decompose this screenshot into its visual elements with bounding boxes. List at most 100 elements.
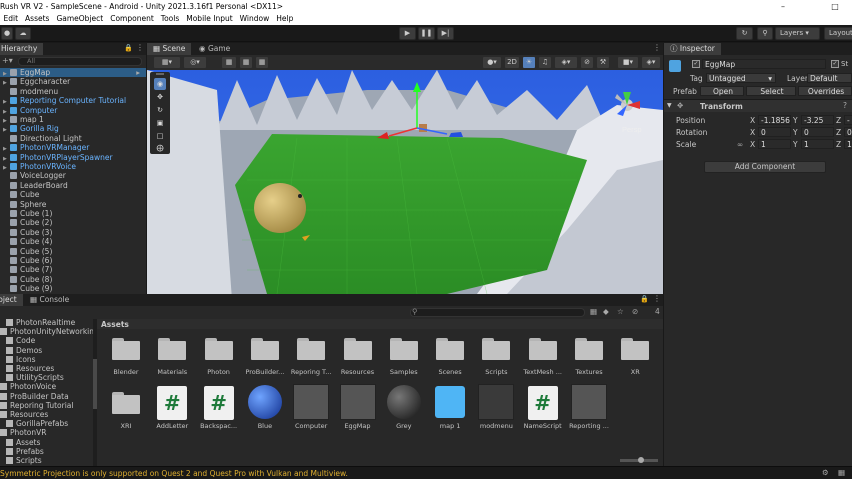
tools-icon[interactable]: ⚒ (596, 56, 610, 69)
project-tree-item[interactable]: ProBuilder Data (0, 392, 96, 401)
position-x-field[interactable]: -1.1856 (758, 115, 791, 125)
rotation-z-field[interactable]: 0 (844, 127, 852, 137)
hierarchy-item[interactable]: Cube (9) (0, 284, 146, 293)
position-y-field[interactable]: -3.25 (801, 115, 834, 125)
object-name-field[interactable]: EggMap (702, 59, 826, 69)
layer-dropdown[interactable]: Default (807, 73, 852, 83)
asset-item[interactable]: Computer (288, 384, 334, 436)
asset-folder[interactable]: Blender (103, 330, 149, 382)
help-icon[interactable]: ? (843, 101, 847, 110)
maximize-button[interactable]: □ (826, 0, 844, 13)
menu-window[interactable]: Window (236, 13, 273, 25)
tab-scene[interactable]: ▦ Scene (147, 43, 192, 55)
project-tree-item[interactable]: UtilityScripts (0, 373, 96, 382)
menu-assets[interactable]: Assets (22, 13, 53, 25)
asset-item[interactable]: EggMap (335, 384, 381, 436)
project-tree-item[interactable]: Reporing Tutorial (0, 401, 96, 410)
panel-menu-icon[interactable]: ⋮ (136, 43, 144, 52)
prefab-overrides-button[interactable]: Overrides (798, 86, 852, 96)
asset-item[interactable]: Reporting ... (566, 384, 612, 436)
hierarchy-item[interactable]: Cube (2) (0, 218, 146, 227)
add-component-button[interactable]: Add Component (704, 161, 826, 173)
scale-y-field[interactable]: 1 (801, 139, 834, 149)
prefab-open-button[interactable]: Open (700, 86, 744, 96)
effects-dropdown[interactable]: ◈▾ (554, 56, 578, 69)
prefab-select-button[interactable]: Select (746, 86, 796, 96)
scene-menu-icon[interactable]: ⋮ (653, 43, 661, 52)
hierarchy-item[interactable]: Cube (4) (0, 237, 146, 246)
project-tree-item[interactable]: PhotonVR (0, 428, 96, 437)
static-checkbox[interactable]: ✓ (831, 60, 839, 68)
minimize-button[interactable]: – (774, 0, 792, 13)
grid-snap-icon[interactable]: ▦ (221, 56, 237, 69)
draw-mode-dropdown[interactable]: ▦▾ (153, 56, 181, 69)
hierarchy-item[interactable]: VoiceLogger (0, 171, 146, 180)
snap-increment-icon[interactable]: ▦ (239, 56, 253, 69)
asset-folder[interactable]: ProBuilder... (242, 330, 288, 382)
label-icon[interactable]: ◆ (603, 307, 609, 316)
account-icon[interactable]: ● (1, 27, 13, 40)
asset-item[interactable]: # Backspac... (196, 384, 242, 436)
search-icon[interactable]: ⚲ (757, 27, 773, 40)
hierarchy-item[interactable]: ▶ PhotonVRManager (0, 143, 146, 152)
hierarchy-item[interactable]: Cube (8) (0, 275, 146, 284)
hierarchy-item[interactable]: Sphere (0, 200, 146, 209)
filter-icon[interactable]: ▦ (590, 307, 597, 316)
asset-item[interactable]: # AddLetter (149, 384, 195, 436)
hierarchy-item[interactable]: ▶ Eggcharacter (0, 77, 146, 86)
position-z-field[interactable]: - (844, 115, 852, 125)
status-message[interactable]: Symmetric Projection is only supported o… (0, 469, 348, 478)
project-tree-item[interactable]: Resources (0, 364, 96, 373)
prefab-open-arrow-icon[interactable]: ▸ (136, 68, 140, 77)
hierarchy-item[interactable]: Cube (5) (0, 247, 146, 256)
asset-folder[interactable]: Scripts (473, 330, 519, 382)
lock-icon[interactable]: 🔒 (640, 295, 649, 303)
lock-icon[interactable]: 🔒 (124, 44, 133, 52)
breadcrumb-assets[interactable]: Assets (101, 320, 129, 329)
persp-label[interactable]: Persp (622, 125, 642, 134)
debug-icon[interactable]: ⚙ (822, 468, 829, 477)
transform-tool-icon[interactable]: ⨁ (154, 142, 166, 154)
move-tool-icon[interactable]: ✥ (154, 91, 166, 103)
zoom-slider[interactable] (620, 457, 658, 463)
pivot-dropdown[interactable]: ◎▾ (183, 56, 207, 69)
menu-mobile-input[interactable]: Mobile Input (183, 13, 236, 25)
project-tree-item[interactable]: PhotonUnityNetworking (0, 327, 96, 336)
hierarchy-item[interactable]: ▶ Reporting Computer Tutorial (0, 96, 146, 105)
hierarchy-item[interactable]: Cube (6) (0, 256, 146, 265)
menu-help[interactable]: Help (273, 13, 297, 25)
cloud-icon[interactable]: ☁ (15, 27, 31, 40)
project-tree-item[interactable]: Code (0, 336, 96, 345)
audio-toggle-icon[interactable]: ♫ (538, 56, 552, 69)
hierarchy-item[interactable]: modmenu (0, 87, 146, 96)
asset-item[interactable]: XRI (103, 384, 149, 436)
tab-game[interactable]: ◉ Game (193, 43, 237, 55)
rotate-tool-icon[interactable]: ↻ (154, 104, 166, 116)
rect-tool-icon[interactable]: □ (154, 130, 166, 142)
hierarchy-item[interactable]: Cube (0, 190, 146, 199)
favorite-icon[interactable]: ☆ (617, 307, 624, 316)
asset-item[interactable]: map 1 (427, 384, 473, 436)
asset-folder[interactable]: XR (612, 330, 658, 382)
asset-item[interactable]: Blue (242, 384, 288, 436)
asset-folder[interactable]: Resources (335, 330, 381, 382)
play-button[interactable]: ▶ (399, 27, 416, 40)
layers-dropdown[interactable]: Layers ▾ (775, 27, 820, 40)
project-tree-item[interactable]: Demos (0, 346, 96, 355)
asset-folder[interactable]: TextMesh ... (520, 330, 566, 382)
active-checkbox[interactable]: ✓ (692, 60, 700, 68)
asset-item[interactable]: Grey (381, 384, 427, 436)
scale-tool-icon[interactable]: ▣ (154, 117, 166, 129)
hierarchy-item[interactable]: Cube (1) (0, 209, 146, 218)
rotation-x-field[interactable]: 0 (758, 127, 791, 137)
hierarchy-item[interactable]: ▶ Gorilla Rig (0, 124, 146, 133)
lighting-toggle-icon[interactable]: ☀ (522, 56, 536, 69)
camera-dropdown[interactable]: ■▾ (617, 56, 639, 69)
layout-dropdown[interactable]: Layout (824, 27, 852, 40)
scale-x-field[interactable]: 1 (758, 139, 791, 149)
asset-folder[interactable]: Reporing T... (288, 330, 334, 382)
project-tree-item[interactable]: Icons (0, 355, 96, 364)
scene-viewport[interactable]: Persp (147, 70, 663, 294)
hierarchy-item[interactable]: ▶ Computer (0, 106, 146, 115)
hierarchy-item[interactable]: Cube (3) (0, 228, 146, 237)
